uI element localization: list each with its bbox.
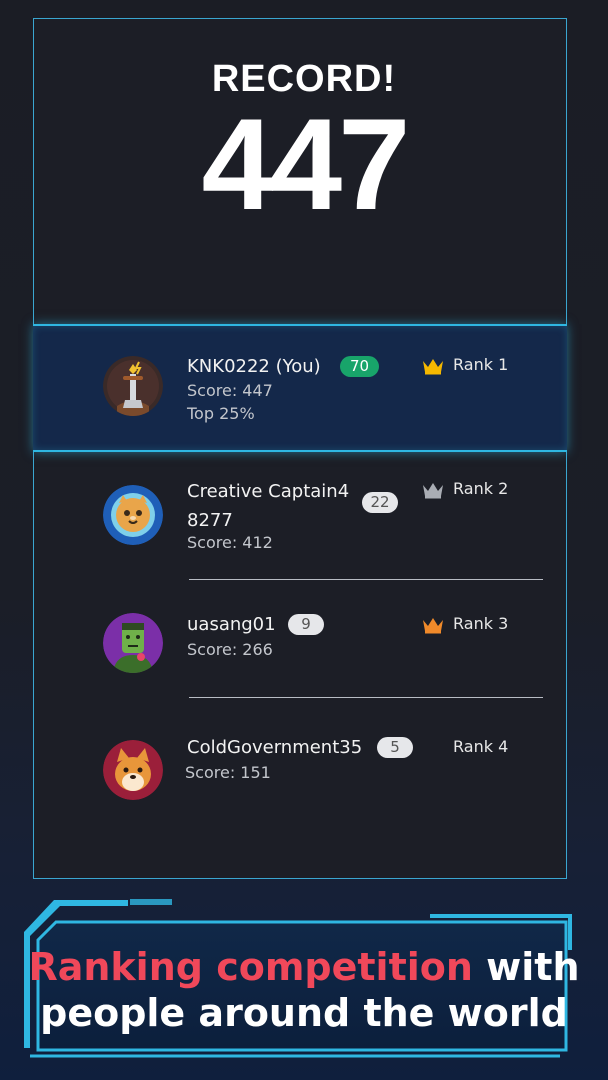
player-score: Score: 412 (187, 533, 273, 552)
player-name: ColdGovernment35 (187, 737, 363, 758)
level-badge: 22 (362, 492, 398, 513)
level-badge: 5 (377, 737, 413, 758)
astronaut-cat-icon (103, 485, 163, 545)
promo-highlight: Ranking competition (28, 945, 473, 989)
promo-line-1-rest: with (486, 945, 580, 989)
player-name-line-2: 8277 (187, 510, 233, 531)
player-score: Score: 151 (185, 763, 271, 782)
player-score: Score: 447 (187, 381, 273, 400)
level-badge: 9 (288, 614, 324, 635)
level-badge: 70 (340, 356, 379, 377)
record-score: 447 (201, 91, 411, 237)
monster-icon (103, 613, 163, 673)
player-name: uasang01 (187, 614, 276, 635)
avatar-astronaut-cat (103, 485, 163, 545)
silver-crown-icon (423, 483, 443, 499)
sword-icon (103, 356, 163, 416)
avatar-frankenstein (103, 613, 163, 673)
player-name: KNK0222 (You) (187, 356, 321, 377)
player-score: Score: 266 (187, 640, 273, 659)
shiba-dog-icon (103, 740, 163, 800)
player-name-line-1: Creative Captain4 (187, 481, 350, 502)
gold-crown-icon (423, 359, 443, 375)
player-percentile: Top 25% (187, 404, 255, 423)
rank-label: Rank 1 (453, 355, 509, 374)
avatar-sword (103, 356, 163, 416)
rank-label: Rank 4 (453, 737, 509, 756)
promo-line-2: people around the world (40, 991, 568, 1035)
bronze-crown-icon (423, 618, 443, 634)
avatar-shiba (103, 740, 163, 800)
promo-line-1: Ranking competition with (0, 944, 608, 990)
rank-label: Rank 2 (453, 479, 509, 498)
rank-label: Rank 3 (453, 614, 509, 633)
